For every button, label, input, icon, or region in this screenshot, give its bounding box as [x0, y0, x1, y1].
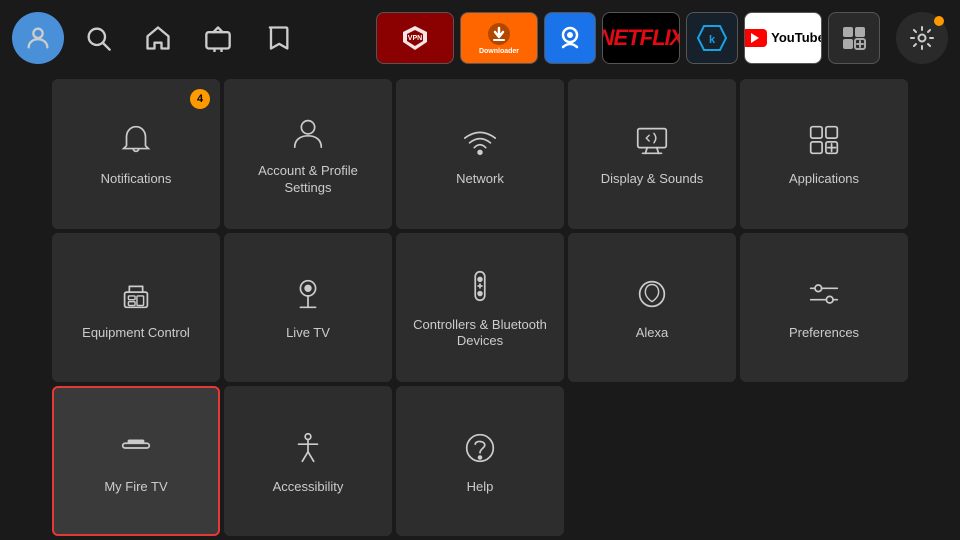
app-tile-downloader[interactable]: Downloader [460, 12, 538, 64]
applications-icon [803, 119, 845, 161]
display-icon [631, 119, 673, 161]
tile-my-fire-tv-label: My Fire TV [104, 479, 167, 496]
tile-equipment-control[interactable]: Equipment Control [52, 233, 220, 383]
app-tile-netflix[interactable]: NETFLIX [602, 12, 680, 64]
antenna-icon [287, 273, 329, 315]
tile-alexa[interactable]: Alexa [568, 233, 736, 383]
bookmark-button[interactable] [252, 12, 304, 64]
alexa-icon [631, 273, 673, 315]
tile-notifications-label: Notifications [101, 171, 172, 188]
tile-controllers-label: Controllers & Bluetooth Devices [406, 317, 554, 351]
tile-applications-label: Applications [789, 171, 859, 188]
bell-icon [115, 119, 157, 161]
fire-tv-icon [115, 427, 157, 469]
search-button[interactable] [72, 12, 124, 64]
preferences-icon [803, 273, 845, 315]
accessibility-icon [287, 427, 329, 469]
equipment-icon [115, 273, 157, 315]
notification-badge: 4 [190, 89, 210, 109]
tile-help[interactable]: Help [396, 386, 564, 536]
tile-live-tv[interactable]: Live TV [224, 233, 392, 383]
avatar-button[interactable] [12, 12, 64, 64]
tile-account-label: Account & Profile Settings [234, 163, 382, 197]
help-icon [459, 427, 501, 469]
app-tile-expressvpn[interactable]: VPN [376, 12, 454, 64]
settings-grid: 4 Notifications Account & Profile Settin… [0, 75, 960, 540]
netflix-logo: NETFLIX [602, 25, 680, 51]
svg-text:k: k [709, 34, 716, 46]
tile-live-tv-label: Live TV [286, 325, 330, 342]
youtube-logo: YouTube [744, 29, 822, 47]
network-wifi-icon [459, 119, 501, 161]
app-shortcuts-bar: VPN Downloader N [376, 12, 880, 64]
top-navigation: VPN Downloader N [0, 0, 960, 75]
tile-equipment-label: Equipment Control [82, 325, 190, 342]
tile-display-sounds[interactable]: Display & Sounds [568, 79, 736, 229]
home-button[interactable] [132, 12, 184, 64]
tile-preferences[interactable]: Preferences [740, 233, 908, 383]
tile-preferences-label: Preferences [789, 325, 859, 342]
remote-icon [459, 265, 501, 307]
tile-controllers-bluetooth[interactable]: Controllers & Bluetooth Devices [396, 233, 564, 383]
app-tile-kodi[interactable]: k [686, 12, 738, 64]
tile-accessibility[interactable]: Accessibility [224, 386, 392, 536]
tile-applications[interactable]: Applications [740, 79, 908, 229]
tile-accessibility-label: Accessibility [273, 479, 344, 496]
tile-display-label: Display & Sounds [601, 171, 704, 188]
app-tile-blue[interactable] [544, 12, 596, 64]
tile-notifications[interactable]: 4 Notifications [52, 79, 220, 229]
tile-network-label: Network [456, 171, 504, 188]
tile-account-profile[interactable]: Account & Profile Settings [224, 79, 392, 229]
app-tile-youtube[interactable]: YouTube [744, 12, 822, 64]
settings-button[interactable] [896, 12, 948, 64]
app-tile-grid[interactable] [828, 12, 880, 64]
tile-network[interactable]: Network [396, 79, 564, 229]
account-icon [287, 111, 329, 153]
tile-my-fire-tv[interactable]: My Fire TV [52, 386, 220, 536]
tile-alexa-label: Alexa [636, 325, 669, 342]
settings-notification-dot [934, 16, 944, 26]
svg-text:VPN: VPN [408, 35, 422, 42]
tile-help-label: Help [467, 479, 494, 496]
live-tv-button[interactable] [192, 12, 244, 64]
